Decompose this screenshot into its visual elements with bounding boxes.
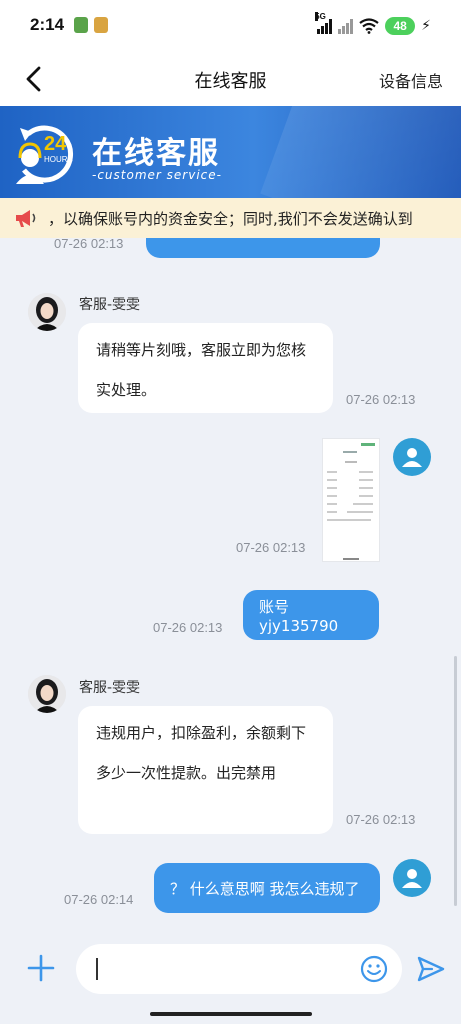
screenshot-thumbnail [323, 439, 379, 561]
message-input[interactable] [76, 944, 402, 994]
device-info-button[interactable]: 设备信息 [379, 68, 443, 92]
message-timestamp: 07-26 02:13 [346, 812, 416, 827]
user-message-bubble: ？ 什么意思啊 我怎么违规了 [154, 863, 380, 913]
cellular-signal-2-icon [338, 18, 354, 34]
agent-message-bubble: 违规用户，扣除盈利，余额剩下 多少一次性提款。出完禁用 [78, 706, 333, 834]
send-icon[interactable] [416, 954, 446, 984]
app-notification-icon [94, 17, 108, 33]
badge-caption: HOURS [44, 155, 73, 164]
message-timestamp: 07-26 02:13 [236, 540, 306, 555]
message-line: 实处理。 [96, 381, 157, 399]
user-message-bubble [146, 238, 380, 258]
notice-text: ，以确保账号内的资金安全；同时,我们不会发送确认到 [48, 210, 413, 228]
network-type-label: 5G [315, 12, 326, 21]
app-notification-icon [74, 17, 88, 33]
user-icon [402, 869, 422, 888]
plus-icon[interactable] [26, 953, 56, 983]
badge-number: 24 [44, 133, 67, 155]
message-line: 请稍等片刻哦，客服立即为您核 [96, 341, 307, 359]
user-avatar [393, 438, 431, 476]
wifi-icon [359, 18, 379, 34]
agent-avatar [28, 675, 66, 713]
charging-icon: ⚡ [421, 18, 431, 34]
agent-message-bubble: 请稍等片刻哦，客服立即为您核 实处理。 [78, 323, 333, 413]
banner-subtitle: -customer service- [92, 168, 222, 182]
status-indicators: 5G 48 ⚡ [315, 12, 431, 37]
megaphone-icon [16, 210, 36, 227]
agent-avatar [28, 293, 66, 331]
emoji-icon[interactable] [360, 955, 388, 983]
notice-bar: ，以确保账号内的资金安全；同时,我们不会发送确认到 [0, 198, 461, 238]
screenshot-image-message[interactable] [322, 438, 380, 562]
message-text: ？ 什么意思啊 我怎么违规了 [170, 879, 360, 898]
banner-title: 在线客服 [92, 136, 220, 171]
agent-photo [28, 293, 66, 331]
user-message-bubble: 账号yjy135790 [243, 590, 379, 640]
user-avatar [393, 859, 431, 897]
message-timestamp: 07-26 02:13 [54, 238, 124, 251]
battery-indicator: 48 [385, 17, 416, 35]
message-input-bar [0, 934, 461, 1004]
message-line: 多少一次性提款。出完禁用 [96, 764, 277, 782]
home-bar [0, 1004, 461, 1024]
message-timestamp: 07-26 02:13 [346, 392, 416, 407]
24h-support-logo: 24 HOURS [16, 125, 74, 184]
message-timestamp: 07-26 02:13 [153, 620, 223, 635]
chat-message-list[interactable]: 07-26 02:13 客服-雯雯 请稍等片刻哦，客服立即为您核 实处理。 07… [0, 238, 461, 934]
message-text: 账号yjy135790 [259, 597, 339, 635]
status-time: 2:14 [30, 15, 65, 34]
agent-name: 客服-雯雯 [79, 297, 141, 313]
cellular-signal-icon: 5G [315, 12, 333, 34]
banner-decoration [260, 106, 461, 198]
scrollbar[interactable] [454, 656, 457, 906]
user-icon [402, 448, 422, 467]
text-caret [96, 958, 98, 980]
agent-name: 客服-雯雯 [79, 680, 141, 696]
message-line: 违规用户，扣除盈利，余额剩下 [96, 724, 307, 742]
service-banner: 24 HOURS 在线客服 -customer service- [0, 106, 461, 198]
message-timestamp: 07-26 02:14 [64, 892, 134, 907]
status-bar: 2:14 5G 48 ⚡ [0, 0, 461, 52]
home-indicator[interactable] [150, 1012, 312, 1016]
agent-photo [28, 675, 66, 713]
nav-bar: 在线客服 设备信息 [0, 52, 461, 106]
